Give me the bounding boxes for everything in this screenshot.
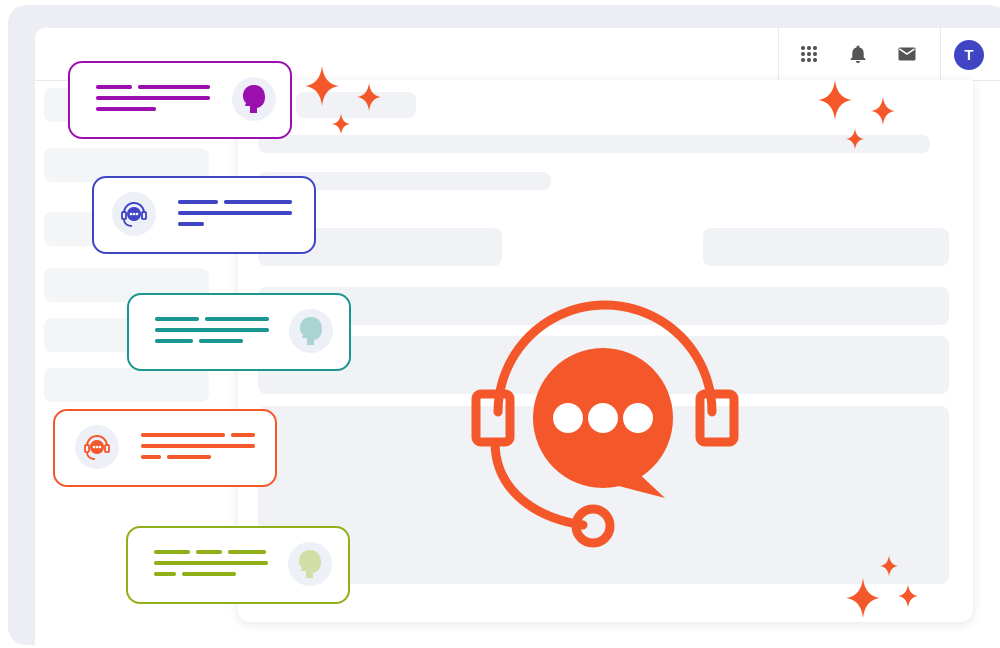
- text-line: [141, 444, 255, 448]
- support-headset-icon: [121, 202, 147, 227]
- person-silhouette-icon: [243, 85, 265, 113]
- person-silhouette-icon: [300, 317, 322, 345]
- text-line: [154, 572, 176, 576]
- text-line: [205, 317, 269, 321]
- sparkle-icon: [871, 96, 895, 126]
- text-line: [155, 328, 269, 332]
- text-line: [141, 433, 225, 437]
- sparkle-icon: [846, 578, 880, 618]
- chat-bubble: [92, 176, 316, 254]
- sparkle-icon: [880, 555, 898, 577]
- text-line: [178, 200, 218, 204]
- chat-avatar: [232, 77, 276, 121]
- chat-avatar: [75, 425, 119, 469]
- chat-bubble: [127, 293, 351, 371]
- user-avatar[interactable]: T: [954, 40, 984, 70]
- sparkle-icon: [898, 584, 918, 608]
- chat-avatar: [112, 192, 156, 236]
- sparkle-icon: [332, 113, 350, 135]
- support-headset-icon: [84, 435, 110, 460]
- text-line: [96, 85, 132, 89]
- sparkle-icon: [357, 82, 381, 112]
- text-line: [141, 455, 161, 459]
- apps-grid-icon[interactable]: [799, 44, 819, 64]
- chat-bubble: [68, 61, 292, 139]
- text-line: [154, 561, 268, 565]
- text-line: [138, 85, 210, 89]
- text-line: [199, 339, 243, 343]
- text-line: [196, 550, 222, 554]
- topbar-divider: [940, 28, 941, 80]
- text-line: [154, 550, 190, 554]
- text-line: [155, 339, 193, 343]
- text-line: [96, 107, 156, 111]
- topbar-actions: T: [778, 28, 1000, 80]
- skeleton-line: [258, 135, 930, 153]
- chat-bubble: [53, 409, 277, 487]
- person-silhouette-icon: [299, 550, 321, 578]
- chat-avatar: [288, 542, 332, 586]
- text-line: [178, 222, 204, 226]
- mail-icon[interactable]: [897, 44, 917, 64]
- support-headset-chat-icon: [471, 300, 739, 548]
- chat-bubble: [126, 526, 350, 604]
- bell-icon[interactable]: [848, 44, 868, 64]
- text-line: [182, 572, 236, 576]
- chat-avatar: [289, 309, 333, 353]
- sidebar-item[interactable]: [44, 368, 209, 402]
- text-line: [167, 455, 211, 459]
- text-line: [96, 96, 210, 100]
- sparkle-icon: [818, 80, 852, 120]
- text-line: [155, 317, 199, 321]
- sparkle-icon: [305, 66, 339, 106]
- text-line: [224, 200, 292, 204]
- text-line: [228, 550, 266, 554]
- sparkle-icon: [846, 128, 864, 150]
- text-line: [178, 211, 292, 215]
- text-line: [231, 433, 255, 437]
- skeleton-field: [703, 228, 949, 266]
